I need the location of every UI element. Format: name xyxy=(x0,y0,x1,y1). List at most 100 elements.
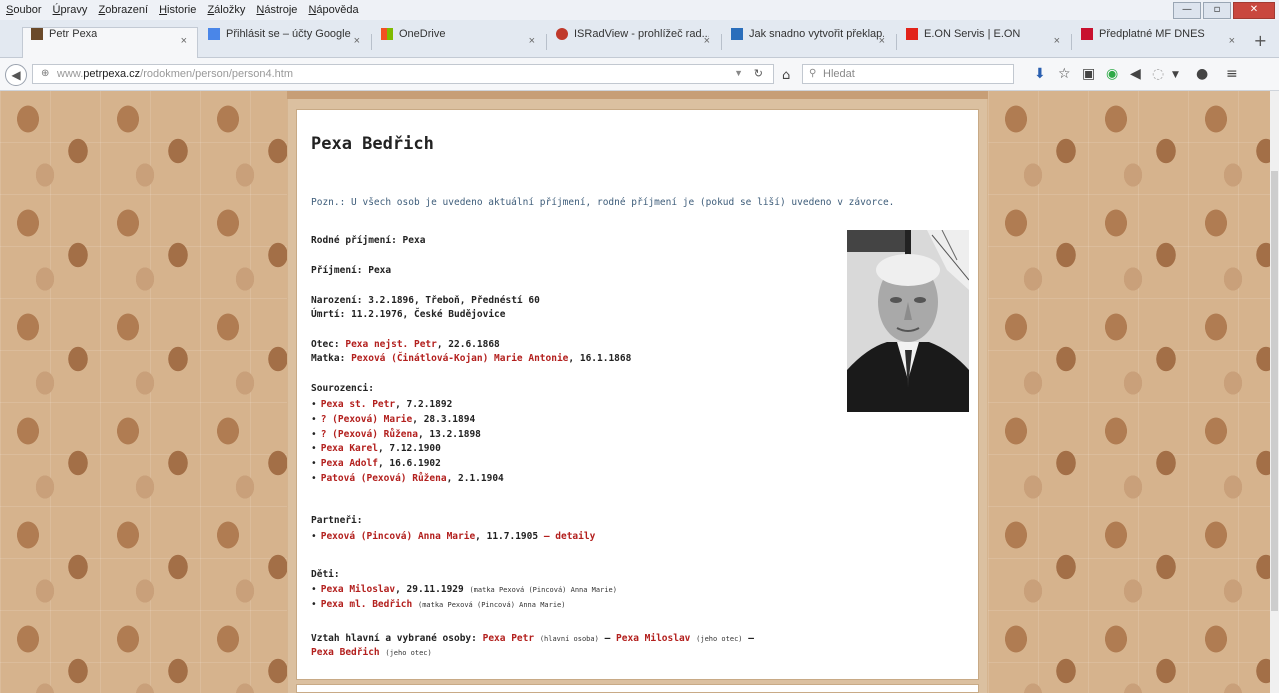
isradview-favicon-icon xyxy=(556,28,568,41)
mother-date: , 16.1.1868 xyxy=(568,353,632,364)
home-icon[interactable]: ⌂ xyxy=(782,68,790,83)
tab-isradview[interactable]: ISRadView - prohlížeč rad... × xyxy=(548,28,720,56)
tab-separator xyxy=(1071,34,1072,50)
relation-row: Vztah hlavní a vybrané osoby: Pexa Petr … xyxy=(311,633,754,644)
menu-upravy[interactable]: Úpravy xyxy=(53,4,88,16)
page-favicon-icon xyxy=(31,28,43,41)
list-item: Patová (Pexová) Růžena, 2.1.1904 xyxy=(311,472,504,487)
birth-label: Narození: xyxy=(311,295,363,306)
surname-value: Pexa xyxy=(368,265,392,276)
death-label: Úmrtí: xyxy=(311,309,346,320)
minimize-button[interactable]: — xyxy=(1173,2,1201,19)
note-text: Pozn.: U všech osob je uvedeno aktuální … xyxy=(311,197,895,208)
sibling-link[interactable]: Pexa Adolf xyxy=(321,458,378,469)
menu-historie[interactable]: Historie xyxy=(159,4,196,16)
download-icon[interactable]: ⬇ xyxy=(1034,66,1046,82)
child-note: (matka Pexová (Pincová) Anna Marie) xyxy=(469,586,617,594)
tab-onedrive[interactable]: OneDrive × xyxy=(373,28,545,56)
tab-mf-dnes[interactable]: Předplatné MF DNES × xyxy=(1073,28,1245,56)
tab-eon[interactable]: E.ON Servis | E.ON × xyxy=(898,28,1070,56)
close-tab-icon[interactable]: × xyxy=(879,35,885,47)
birth-value: 3.2.1896, Třeboň, Přednéstí 60 xyxy=(368,295,540,306)
tab-petr-pexa[interactable]: Petr Pexa × xyxy=(22,27,198,58)
faces-mosaic-top xyxy=(287,91,988,99)
siblings-list: Pexa st. Petr, 7.2.1892 ? (Pexová) Marie… xyxy=(311,398,504,487)
child-link[interactable]: Pexa Miloslav xyxy=(321,584,395,595)
close-tab-icon[interactable]: × xyxy=(354,35,360,47)
relation-mid-link[interactable]: Pexa Miloslav xyxy=(616,633,690,644)
sibling-link[interactable]: ? (Pexová) Marie xyxy=(321,414,413,425)
sibling-link[interactable]: Patová (Pexová) Růžena xyxy=(321,473,447,484)
maximize-button[interactable]: ▫ xyxy=(1203,2,1231,19)
tab-google-login[interactable]: Přihlásit se – účty Google × xyxy=(200,28,370,56)
partner-link[interactable]: Pexová (Pincová) Anna Marie xyxy=(321,531,475,542)
close-tab-icon[interactable]: × xyxy=(704,35,710,47)
menu-soubor[interactable]: Soubor xyxy=(6,4,41,16)
close-window-button[interactable]: ✕ xyxy=(1233,2,1275,19)
google-favicon-icon xyxy=(208,28,220,41)
search-placeholder: Hledat xyxy=(823,68,855,80)
faces-mosaic-left xyxy=(0,91,287,693)
list-item: Pexa Miloslav, 29.11.1929 (matka Pexová … xyxy=(311,583,617,598)
person-portrait-photo xyxy=(847,230,969,412)
bookmark-star-icon[interactable]: ☆ xyxy=(1058,66,1071,82)
reload-icon[interactable]: ↻ xyxy=(754,67,763,80)
surname-label: Příjmení: xyxy=(311,265,363,276)
send-icon[interactable]: ◀ xyxy=(1130,66,1141,82)
addon-icon[interactable]: ◉ xyxy=(1106,66,1118,82)
chat-icon[interactable]: ● xyxy=(1196,66,1208,82)
article-favicon-icon xyxy=(731,28,743,41)
relation-main-link[interactable]: Pexa Petr xyxy=(483,633,534,644)
content-frame: Pexa Bedřich Pozn.: U všech osob je uved… xyxy=(288,99,987,693)
person-card: Pexa Bedřich Pozn.: U všech osob je uved… xyxy=(296,109,979,680)
tab-bar: Petr Pexa × Přihlásit se – účty Google ×… xyxy=(0,20,1279,58)
scrollbar-thumb[interactable] xyxy=(1271,171,1278,611)
father-link[interactable]: Pexa nejst. Petr xyxy=(345,339,437,350)
relation-target-link[interactable]: Pexa Bedřich xyxy=(311,647,380,658)
close-tab-icon[interactable]: × xyxy=(529,35,535,47)
menu-bar: Soubor Úpravy Zobrazení Historie Záložky… xyxy=(0,0,1279,20)
sibling-link[interactable]: ? (Pexová) Růžena xyxy=(321,429,418,440)
search-icon: ⚲ xyxy=(809,68,817,79)
mother-label: Matka: xyxy=(311,353,346,364)
child-link[interactable]: Pexa ml. Bedřich xyxy=(321,599,413,610)
partner-detail-link[interactable]: – detaily xyxy=(538,531,595,542)
sibling-link[interactable]: Pexa Karel xyxy=(321,443,378,454)
list-item: Pexa st. Petr, 7.2.1892 xyxy=(311,398,504,413)
menu-napoveda[interactable]: Nápověda xyxy=(308,4,358,16)
search-input[interactable]: ⚲ Hledat xyxy=(802,64,1014,84)
menu-nastroje[interactable]: Nástroje xyxy=(256,4,297,16)
tab-separator xyxy=(371,34,372,50)
back-button[interactable]: ◀ xyxy=(5,64,27,86)
person-name-heading: Pexa Bedřich xyxy=(311,134,434,154)
dropdown-arrow-icon[interactable]: ▼ xyxy=(734,68,743,78)
close-tab-icon[interactable]: × xyxy=(1229,35,1235,47)
tab-separator xyxy=(546,34,547,50)
list-item: Pexa Karel, 7.12.1900 xyxy=(311,442,504,457)
death-row: Úmrtí: 11.2.1976, České Budějovice xyxy=(311,308,506,322)
list-item: Pexová (Pincová) Anna Marie, 11.7.1905 –… xyxy=(311,530,596,545)
children-heading: Děti: xyxy=(311,569,340,580)
menu-zalozky[interactable]: Záložky xyxy=(207,4,245,16)
pocket-icon[interactable]: ◌ xyxy=(1152,66,1164,82)
child-note: (matka Pexová (Pincová) Anna Marie) xyxy=(417,600,566,609)
tab-separator xyxy=(721,34,722,50)
surname-row: Příjmení: Pexa xyxy=(311,264,391,278)
bookmarks-menu-icon[interactable]: ▣ xyxy=(1082,66,1095,82)
url-bar[interactable]: ⊕ www.petrpexa.cz/rodokmen/person/person… xyxy=(32,64,774,84)
partners-list: Pexová (Pincová) Anna Marie, 11.7.1905 –… xyxy=(311,530,596,545)
menu-zobrazeni[interactable]: Zobrazení xyxy=(98,4,148,16)
mother-link[interactable]: Pexová (Činátlová-Kojan) Marie Antonie xyxy=(351,353,568,364)
mfdnes-favicon-icon xyxy=(1081,28,1093,41)
sibling-link[interactable]: Pexa st. Petr xyxy=(321,399,395,410)
page-viewport: Pexa Bedřich Pozn.: U všech osob je uved… xyxy=(0,91,1270,693)
new-tab-button[interactable]: + xyxy=(1254,31,1267,50)
pocket-dropdown-icon[interactable]: ▼ xyxy=(1172,70,1179,80)
close-tab-icon[interactable]: × xyxy=(1054,35,1060,47)
close-tab-icon[interactable]: × xyxy=(181,35,187,47)
birth-surname-row: Rodné příjmení: Pexa xyxy=(311,234,425,248)
hamburger-menu-icon[interactable]: ≡ xyxy=(1226,66,1238,82)
birth-surname-label: Rodné příjmení: xyxy=(311,235,397,246)
tab-jak-snadno[interactable]: Jak snadno vytvořit překlap... × xyxy=(723,28,895,56)
page-scrollbar[interactable] xyxy=(1270,91,1279,693)
